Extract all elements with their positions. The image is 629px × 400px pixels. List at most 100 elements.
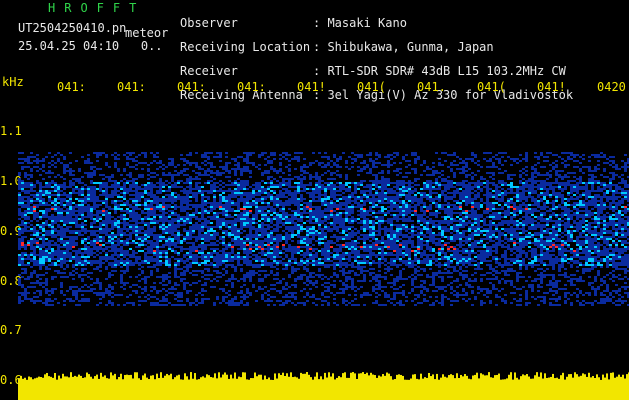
spectro-cell — [624, 226, 627, 228]
spectro-cell — [567, 176, 570, 178]
spectro-cell — [207, 206, 210, 208]
spectro-cell — [585, 198, 588, 200]
spectro-cell — [570, 232, 573, 234]
spectro-cell — [258, 212, 261, 214]
spectro-cell — [216, 216, 219, 218]
spectro-cell — [207, 174, 210, 176]
spectro-cell — [534, 200, 537, 202]
spectro-cell — [585, 190, 588, 192]
spectro-cell — [564, 202, 567, 204]
spectro-cell — [480, 188, 483, 190]
spectro-cell — [231, 194, 234, 196]
spectro-cell — [171, 174, 174, 176]
spectro-cell — [336, 166, 339, 168]
spectro-cell — [144, 198, 147, 200]
spectro-cell — [474, 162, 477, 164]
spectro-cell — [411, 198, 414, 200]
spectro-cell — [363, 166, 366, 168]
spectro-cell — [174, 220, 177, 222]
spectro-cell — [579, 194, 582, 196]
spectro-cell — [408, 194, 411, 196]
spectro-cell — [336, 222, 339, 224]
spectro-cell — [600, 210, 603, 212]
spectro-cell — [147, 192, 150, 194]
spectro-cell — [87, 196, 90, 198]
spectro-cell — [189, 222, 192, 224]
spectro-cell — [93, 174, 96, 176]
spectro-cell — [414, 198, 417, 200]
spectro-cell — [609, 202, 612, 204]
spectro-cell — [207, 212, 210, 214]
spectro-cell — [534, 190, 537, 192]
spectro-cell — [189, 188, 192, 190]
spectro-cell — [210, 222, 213, 224]
spectro-cell — [522, 232, 525, 234]
spectro-cell — [165, 184, 168, 186]
spectro-cell — [33, 208, 36, 210]
spectro-cell — [615, 232, 618, 234]
spectro-cell — [540, 212, 543, 214]
spectro-cell — [456, 220, 459, 222]
spectro-cell — [222, 200, 225, 202]
spectro-cell — [312, 188, 315, 190]
spectro-cell — [531, 192, 534, 194]
spectro-cell — [615, 174, 618, 176]
spectro-cell — [240, 200, 243, 202]
spectro-cell — [273, 168, 276, 170]
spectro-cell — [18, 204, 21, 206]
spectro-cell — [243, 222, 246, 224]
spectro-cell — [354, 206, 357, 208]
spectro-cell — [135, 164, 138, 166]
spectro-cell — [117, 154, 120, 156]
spectro-cell — [105, 228, 108, 230]
spectro-cell — [252, 196, 255, 198]
spectro-cell — [150, 182, 153, 184]
spectro-cell — [354, 186, 357, 188]
spectro-cell — [447, 216, 450, 218]
spectro-cell — [30, 168, 33, 170]
spectro-cell — [42, 210, 45, 212]
spectro-cell — [42, 192, 45, 194]
spectro-cell — [21, 232, 24, 234]
spectro-cell — [219, 202, 222, 204]
spectro-cell — [528, 188, 531, 190]
spectro-cell — [609, 186, 612, 188]
spectro-cell — [300, 198, 303, 200]
spectro-cell — [396, 208, 399, 210]
spectro-cell — [174, 166, 177, 168]
spectro-cell — [291, 158, 294, 160]
spectro-cell — [426, 168, 429, 170]
spectro-cell — [216, 224, 219, 226]
spectro-cell — [579, 178, 582, 180]
spectro-cell — [276, 214, 279, 216]
spectro-cell — [441, 170, 444, 172]
spectro-cell — [609, 198, 612, 200]
spectro-cell — [426, 194, 429, 196]
spectro-cell — [396, 210, 399, 212]
spectro-cell — [267, 218, 270, 220]
spectro-cell — [243, 216, 246, 218]
spectro-cell — [243, 160, 246, 162]
spectro-cell — [396, 200, 399, 202]
spectro-cell — [327, 196, 330, 198]
spectro-cell — [564, 166, 567, 168]
spectro-cell — [480, 178, 483, 180]
spectro-cell — [222, 210, 225, 212]
spectro-cell — [171, 200, 174, 202]
spectro-cell — [24, 166, 27, 168]
spectro-cell — [447, 230, 450, 232]
spectro-cell — [189, 204, 192, 206]
spectro-cell — [522, 188, 525, 190]
spectro-cell — [417, 220, 420, 222]
spectro-cell — [99, 174, 102, 176]
spectro-cell — [81, 188, 84, 190]
spectro-cell — [441, 192, 444, 194]
spectro-cell — [129, 158, 132, 160]
spectro-cell — [78, 200, 81, 202]
spectro-cell — [216, 156, 219, 158]
spectro-cell — [318, 228, 321, 230]
spectro-cell — [537, 158, 540, 160]
spectro-cell — [135, 156, 138, 158]
spectro-cell — [336, 164, 339, 166]
spectro-cell — [486, 152, 489, 154]
